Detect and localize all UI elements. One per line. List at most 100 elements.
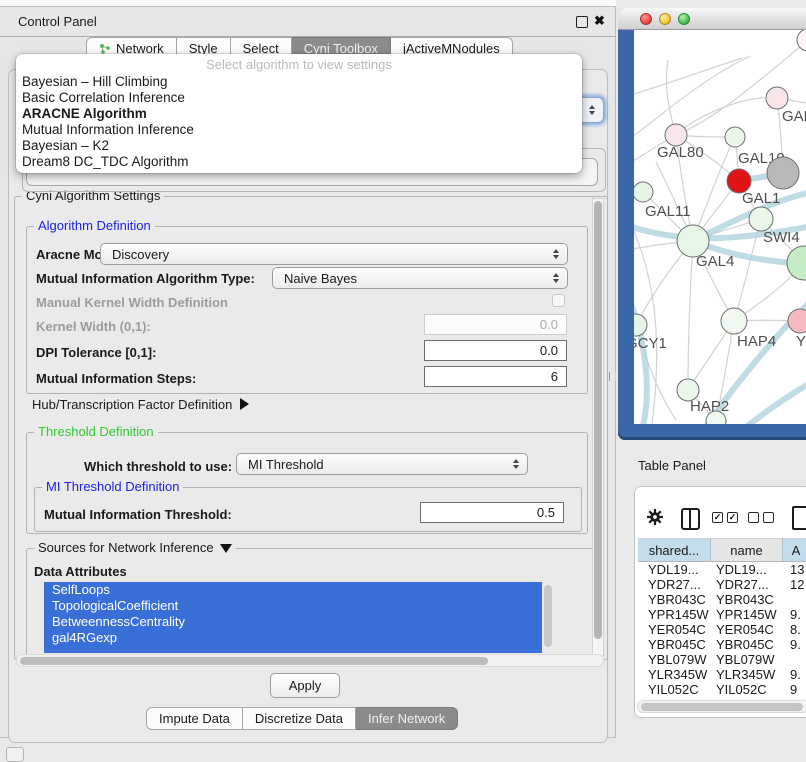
network-node[interactable]	[721, 308, 747, 334]
gear-icon[interactable]	[646, 508, 664, 531]
table-row[interactable]: YER054CYER054C8.	[638, 622, 806, 637]
table-row[interactable]: YDL19...YDL19...13	[638, 562, 806, 577]
collapse-down-icon[interactable]	[220, 544, 232, 553]
float-window-icon[interactable]	[576, 16, 588, 28]
attributes-scrollbar[interactable]	[543, 583, 553, 652]
algorithm-option[interactable]: Bayesian – Hill Climbing	[16, 74, 582, 90]
splitpane-grip[interactable]	[609, 372, 616, 381]
network-view-window[interactable]: GALGAL80GAL10GAL1GAL11SWI4GAL4GCY1HAP4YH…	[618, 8, 806, 440]
table-cell[interactable]: YBR045C	[638, 637, 712, 652]
algorithm-option[interactable]: Dream8 DC_TDC Algorithm	[16, 154, 582, 170]
table-cell[interactable]: YDL19...	[712, 562, 782, 577]
network-node[interactable]	[767, 157, 799, 189]
hub-transcription-section[interactable]: Hub/Transcription Factor Definition	[32, 397, 249, 412]
table-row[interactable]: YIL052CYIL052C9	[638, 682, 806, 697]
table-cell[interactable]: YIL052C	[638, 682, 712, 697]
manual-kernel-width-checkbox[interactable]	[552, 294, 565, 307]
table-cell[interactable]: YBL079W	[712, 652, 782, 667]
zoom-traffic-light[interactable]	[678, 13, 690, 25]
table-cell[interactable]: YER054C	[638, 622, 712, 637]
table-row[interactable]: YBR045CYBR045C9.	[638, 637, 806, 652]
split-columns-icon[interactable]	[681, 508, 700, 530]
mi-algorithm-type-combobox[interactable]: Naive Bayes	[272, 267, 568, 289]
settings-horizontal-scrollbar[interactable]	[16, 654, 604, 667]
table-horizontal-scrollbar[interactable]	[637, 700, 806, 713]
table-cell[interactable]: YLR345W	[638, 667, 712, 682]
table-cell[interactable]: YDR27...	[712, 577, 782, 592]
table-cell[interactable]: YDL19...	[638, 562, 712, 577]
which-threshold-combobox[interactable]: MI Threshold	[236, 453, 528, 475]
column-header-shared-name[interactable]: shared...	[638, 539, 711, 561]
network-node[interactable]	[749, 207, 773, 231]
algorithm-option[interactable]: Mutual Information Inference	[16, 122, 582, 138]
attribute-list-item[interactable]: BetweennessCentrality	[44, 614, 542, 630]
document-icon[interactable]	[792, 506, 806, 530]
table-cell[interactable]: YPR145W	[638, 607, 712, 622]
table-row[interactable]: YLR345WYLR345W9.	[638, 667, 806, 682]
column-header-partial[interactable]: A	[783, 539, 806, 561]
expand-right-icon[interactable]	[240, 398, 249, 410]
table-cell[interactable]: 9.	[782, 667, 801, 682]
table-cell[interactable]: YER054C	[712, 622, 782, 637]
minimize-traffic-light[interactable]	[659, 13, 671, 25]
table-cell[interactable]: 9	[782, 682, 797, 697]
algorithm-option[interactable]: Basic Correlation Inference	[16, 90, 582, 106]
network-node[interactable]	[665, 124, 687, 146]
apply-button[interactable]: Apply	[270, 673, 340, 698]
settings-horizontal-scrollbar-thumb[interactable]	[20, 657, 488, 665]
table-cell[interactable]: YLR345W	[712, 667, 782, 682]
close-icon[interactable]: ✖	[594, 13, 605, 29]
settings-vertical-scrollbar[interactable]	[592, 198, 604, 656]
network-node[interactable]	[725, 127, 745, 147]
sources-section-title[interactable]: Sources for Network Inference	[34, 541, 236, 555]
table-cell[interactable]: YDR27...	[638, 577, 712, 592]
table-header: shared... name A	[638, 538, 806, 562]
data-attributes-label: Data Attributes	[34, 564, 127, 579]
attribute-list-item[interactable]	[44, 646, 542, 653]
dpi-tolerance-field[interactable]: 0.0	[424, 340, 567, 361]
attribute-list-item[interactable]: SelfLoops	[44, 582, 542, 598]
table-cell[interactable]: 8.	[782, 622, 801, 637]
table-cell[interactable]: YBL079W	[638, 652, 712, 667]
table-row[interactable]: YBR043CYBR043C	[638, 592, 806, 607]
table-cell[interactable]: YPR145W	[712, 607, 782, 622]
deselect-all-columns-icon[interactable]	[748, 512, 774, 523]
table-cell[interactable]: 13	[782, 562, 804, 577]
table-row[interactable]: YDR27...YDR27...12	[638, 577, 806, 592]
network-node[interactable]	[634, 314, 647, 336]
tab-infer-network[interactable]: Infer Network	[356, 707, 458, 730]
mi-threshold-field[interactable]: 0.5	[420, 502, 564, 523]
network-window-titlebar[interactable]	[618, 8, 806, 30]
tab-discretize-data[interactable]: Discretize Data	[243, 707, 356, 730]
table-cell[interactable]: 9.	[782, 607, 801, 622]
network-canvas[interactable]: GALGAL80GAL10GAL1GAL11SWI4GAL4GCY1HAP4YH…	[634, 30, 806, 424]
column-header-name[interactable]: name	[711, 539, 783, 561]
algorithm-dropdown: Select algorithm to view settings Bayesi…	[16, 54, 582, 173]
table-cell[interactable]: YIL052C	[712, 682, 782, 697]
table-horizontal-scrollbar-thumb[interactable]	[641, 703, 803, 711]
kernel-width-field[interactable]: 0.0	[424, 314, 567, 335]
minimized-panel-icon[interactable]	[6, 747, 24, 762]
network-node[interactable]	[634, 182, 653, 202]
table-row[interactable]: YPR145WYPR145W9.	[638, 607, 806, 622]
table-row[interactable]: YBL079WYBL079W	[638, 652, 806, 667]
close-traffic-light[interactable]	[640, 13, 652, 25]
table-cell[interactable]: YBR045C	[712, 637, 782, 652]
algorithm-option[interactable]: Bayesian – K2	[16, 138, 582, 154]
attribute-list-item[interactable]: TopologicalCoefficient	[44, 598, 542, 614]
settings-vertical-scrollbar-thumb[interactable]	[594, 201, 602, 639]
attributes-scrollbar-thumb[interactable]	[544, 585, 552, 647]
algorithm-option[interactable]: ARACNE Algorithm	[16, 106, 582, 122]
attribute-list-item[interactable]: gal4RGexp	[44, 630, 542, 646]
mi-steps-field[interactable]: 6	[424, 366, 567, 387]
table-cell[interactable]: 12	[782, 577, 804, 592]
aracne-mode-combobox[interactable]: Discovery	[100, 243, 568, 265]
tab-impute-data[interactable]: Impute Data	[146, 707, 243, 730]
network-node[interactable]	[788, 309, 806, 333]
select-all-columns-icon[interactable]: ✓✓	[712, 512, 738, 523]
network-node[interactable]	[766, 87, 788, 109]
table-cell[interactable]: 9.	[782, 637, 801, 652]
table-cell[interactable]: YBR043C	[638, 592, 712, 607]
network-node[interactable]	[787, 246, 806, 280]
table-cell[interactable]: YBR043C	[712, 592, 782, 607]
